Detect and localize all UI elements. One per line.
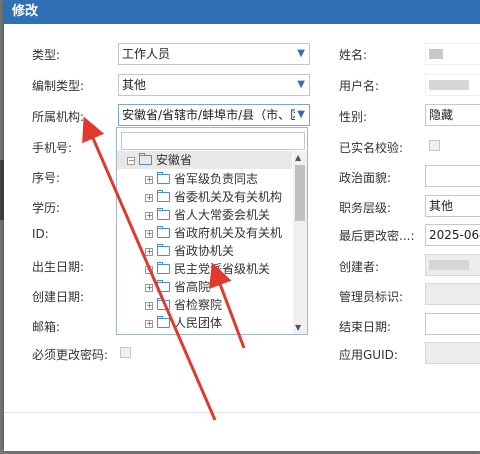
folder-icon bbox=[139, 152, 152, 165]
created-date-label: 创建日期: bbox=[32, 290, 85, 304]
tree-node-label: 安徽省 bbox=[156, 153, 193, 167]
folder-icon bbox=[157, 207, 170, 220]
tree-node[interactable]: + 省政协机关 bbox=[145, 242, 234, 260]
tree-node[interactable]: + 省军级负责同志 bbox=[145, 170, 258, 188]
tree-search-input[interactable] bbox=[121, 132, 305, 150]
tree-node-label: 人民团体 bbox=[174, 316, 223, 330]
name-field[interactable] bbox=[425, 43, 480, 65]
tree-node[interactable]: + 人民团体 bbox=[145, 314, 222, 332]
org-label: 所属机构: bbox=[32, 110, 85, 124]
tree-node[interactable]: + 省检察院 bbox=[145, 296, 222, 314]
expand-icon[interactable]: + bbox=[145, 211, 153, 220]
type-value: 工作人员 bbox=[122, 47, 171, 61]
rank-label: 职务层级: bbox=[339, 201, 392, 215]
staffing-type-label: 编制类型: bbox=[32, 79, 85, 93]
tree-node-label: 省高院 bbox=[174, 280, 211, 294]
education-label: 学历: bbox=[32, 201, 61, 215]
creator-label: 创建者: bbox=[339, 260, 380, 274]
staffing-type-select[interactable]: 其他 ▼ bbox=[118, 74, 310, 96]
folder-icon bbox=[157, 225, 170, 238]
rank-value: 其他 bbox=[429, 199, 454, 213]
chevron-down-icon: ▼ bbox=[297, 48, 305, 59]
tree-node-label: 省军级负责同志 bbox=[174, 172, 259, 186]
staffing-type-value: 其他 bbox=[122, 78, 147, 92]
admin-flag-field bbox=[425, 283, 480, 305]
folder-icon bbox=[157, 171, 170, 184]
expand-icon[interactable]: + bbox=[145, 319, 153, 328]
rank-select[interactable]: 其他 bbox=[425, 195, 480, 217]
org-value: 安徽省/省辖市/蚌埠市/县（市、区 bbox=[122, 108, 303, 122]
tree-node-label: 省政协机关 bbox=[174, 244, 235, 258]
folder-icon bbox=[157, 297, 170, 310]
username-label: 用户名: bbox=[339, 79, 380, 93]
id-label: ID: bbox=[32, 227, 49, 241]
political-status-select[interactable] bbox=[425, 165, 480, 187]
phone-label: 手机号: bbox=[32, 141, 73, 155]
end-date-field[interactable] bbox=[425, 313, 480, 335]
redacted-value bbox=[429, 79, 469, 90]
tree-node[interactable]: + 省政府机关及有关机 bbox=[145, 224, 282, 242]
tree-node-label: 省检察院 bbox=[174, 298, 223, 312]
seq-label: 序号: bbox=[32, 171, 61, 185]
tree-node-label: 省人大常委会机关 bbox=[174, 208, 271, 222]
tree-node[interactable]: + 省委机关及有关机构 bbox=[145, 188, 282, 206]
tree-node[interactable]: + 民主党派省级机关 bbox=[145, 260, 270, 278]
verified-checkbox[interactable] bbox=[429, 140, 440, 151]
expand-icon[interactable]: + bbox=[145, 193, 153, 202]
chevron-down-icon: ▼ bbox=[297, 79, 305, 90]
expand-icon[interactable]: + bbox=[145, 175, 153, 184]
folder-icon bbox=[157, 189, 170, 202]
last-password-change-field[interactable]: 2025-06-1 bbox=[425, 224, 480, 246]
tree-scrollbar[interactable]: ▲ ▼ bbox=[293, 151, 307, 334]
redacted-value bbox=[429, 48, 443, 59]
expand-icon[interactable]: + bbox=[145, 283, 153, 292]
org-select[interactable]: 安徽省/省辖市/蚌埠市/县（市、区 ▼ bbox=[118, 104, 310, 126]
tree-node[interactable]: + 省人大常委会机关 bbox=[145, 206, 270, 224]
last-password-change-value: 2025-06-1 bbox=[429, 228, 480, 242]
type-label: 类型: bbox=[32, 48, 61, 62]
chevron-down-icon: ▼ bbox=[295, 105, 305, 125]
gender-label: 性别: bbox=[339, 110, 368, 124]
org-tree-dropdown[interactable]: − 安徽省 + 省军级负责同志 + 省委机关及有关机构 + 省人大常委会机关 + 省政府机… bbox=[116, 127, 308, 335]
expand-icon[interactable]: + bbox=[145, 247, 153, 256]
type-select[interactable]: 工作人员 ▼ bbox=[118, 43, 310, 65]
folder-icon bbox=[157, 279, 170, 292]
expand-icon[interactable]: + bbox=[145, 265, 153, 274]
app-guid-field bbox=[425, 342, 480, 364]
last-password-change-label: 最后更改密...: bbox=[339, 229, 415, 243]
admin-flag-label: 管理员标识: bbox=[339, 290, 404, 304]
folder-icon bbox=[157, 243, 170, 256]
tree-node[interactable]: + 省高院 bbox=[145, 278, 210, 296]
expand-icon[interactable]: + bbox=[145, 301, 153, 310]
dialog-footer bbox=[4, 412, 480, 451]
folder-icon bbox=[157, 315, 170, 328]
scroll-thumb[interactable] bbox=[295, 165, 305, 221]
collapse-icon[interactable]: − bbox=[127, 156, 135, 165]
must-change-password-checkbox[interactable] bbox=[120, 347, 131, 358]
tree-node-label: 省委机关及有关机构 bbox=[174, 190, 283, 204]
tree-node-label: 省政府机关及有关机 bbox=[174, 226, 283, 240]
name-label: 姓名: bbox=[339, 48, 368, 62]
username-field[interactable] bbox=[425, 74, 480, 96]
app-guid-label: 应用GUID: bbox=[339, 348, 398, 362]
creator-field bbox=[425, 254, 480, 276]
political-status-label: 政治面貌: bbox=[339, 171, 392, 185]
tree-node-label: 民主党派省级机关 bbox=[174, 262, 271, 276]
tree-node-root[interactable]: − 安徽省 bbox=[127, 151, 192, 169]
gender-value: 隐藏 bbox=[429, 108, 454, 122]
end-date-label: 结束日期: bbox=[339, 320, 392, 334]
verified-label: 已实名校验: bbox=[339, 141, 404, 155]
expand-icon[interactable]: + bbox=[145, 229, 153, 238]
scroll-up-icon[interactable]: ▲ bbox=[295, 153, 301, 162]
scroll-down-icon[interactable]: ▼ bbox=[295, 323, 301, 332]
must-change-password-label: 必须更改密码: bbox=[32, 348, 109, 362]
email-label: 邮箱: bbox=[32, 320, 61, 334]
birth-date-label: 出生日期: bbox=[32, 260, 85, 274]
folder-icon bbox=[157, 261, 170, 274]
redacted-value bbox=[429, 259, 469, 270]
dialog-title: 修改 bbox=[4, 0, 480, 24]
gender-select[interactable]: 隐藏 bbox=[425, 104, 480, 126]
